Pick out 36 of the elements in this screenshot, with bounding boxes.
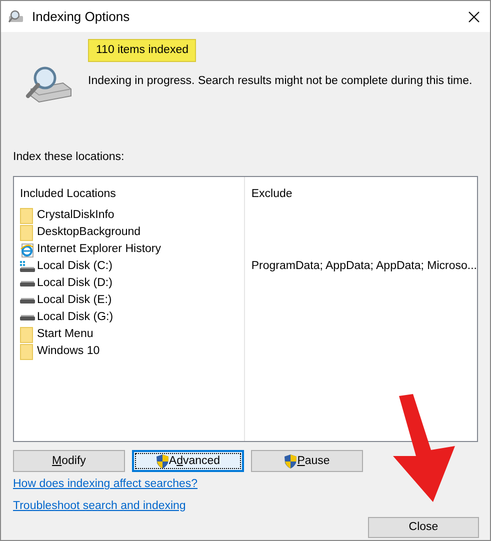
- close-button[interactable]: Close: [368, 516, 479, 538]
- help-link[interactable]: Troubleshoot search and indexing: [13, 498, 186, 515]
- close-icon[interactable]: [468, 10, 480, 22]
- help-link[interactable]: How does indexing affect searches?: [13, 476, 198, 494]
- location-name[interactable]: Internet Explorer History: [37, 241, 161, 259]
- folder-icon: [20, 225, 33, 241]
- excluded-folders: ProgramData; AppData; AppData; Microso...: [251, 259, 477, 274]
- location-name[interactable]: Local Disk (D:): [37, 275, 112, 293]
- browser-e-icon: [20, 242, 35, 258]
- dialog-button[interactable]: Advanced: [132, 450, 244, 472]
- disk-magnifier-icon: [23, 65, 73, 105]
- folder-icon: [20, 208, 33, 224]
- section-label: Index these locations:: [13, 150, 124, 165]
- location-name[interactable]: DesktopBackground: [37, 224, 141, 242]
- location-name[interactable]: Local Disk (G:): [37, 309, 114, 327]
- system-drive-icon: [20, 261, 35, 273]
- location-name[interactable]: Local Disk (C:): [37, 258, 112, 276]
- dialog-button[interactable]: Modify: [13, 450, 125, 472]
- drive-icon: [20, 298, 35, 304]
- shield-icon: [156, 454, 169, 469]
- shield-icon: [284, 454, 298, 469]
- indexed-count-badge: 110 items indexed: [88, 39, 196, 62]
- window-title: Indexing Options: [32, 8, 130, 26]
- status-message: Indexing in progress. Search results might not be complete during this time.: [88, 74, 472, 90]
- folder-icon: [20, 344, 33, 360]
- app-icon: [8, 10, 26, 24]
- location-name[interactable]: Windows 10: [37, 343, 100, 361]
- location-name[interactable]: Start Menu: [37, 326, 94, 344]
- dialog-button[interactable]: Pause: [251, 450, 363, 472]
- folder-icon: [20, 327, 33, 343]
- column-header[interactable]: Exclude: [251, 186, 292, 204]
- location-name[interactable]: CrystalDiskInfo: [37, 207, 114, 225]
- location-name[interactable]: Local Disk (E:): [37, 292, 112, 310]
- drive-icon: [20, 281, 35, 287]
- drive-icon: [20, 315, 35, 321]
- column-header[interactable]: Included Locations: [20, 186, 116, 204]
